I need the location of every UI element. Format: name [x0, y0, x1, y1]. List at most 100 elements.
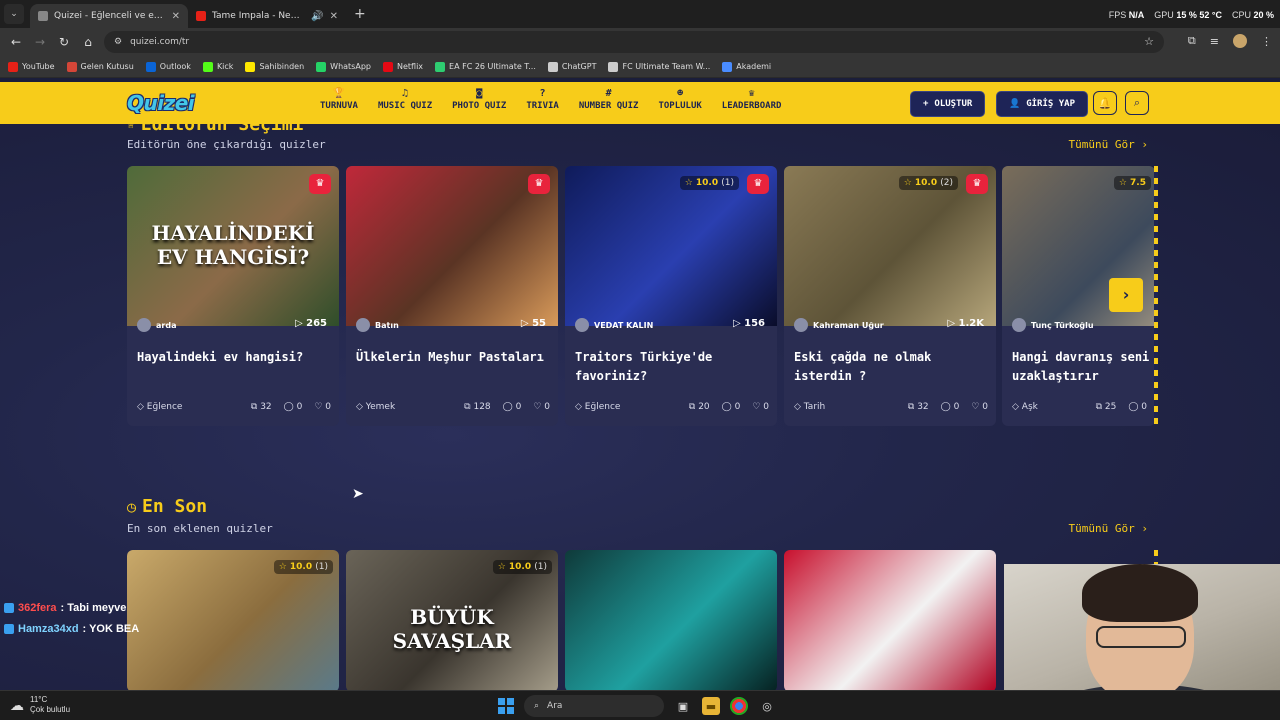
- quiz-card[interactable]: ♛ ☆ 10.0 (2) Kahraman Uğur ▷ 1.2K Eski çağda…: [784, 166, 996, 426]
- extensions-icon[interactable]: ⧉: [1188, 34, 1196, 48]
- new-tab-button[interactable]: +: [354, 6, 366, 22]
- obs-icon[interactable]: ◎: [758, 697, 776, 715]
- windows-start-icon[interactable]: [498, 698, 514, 714]
- chrome-icon[interactable]: [730, 697, 748, 715]
- crown-icon: ♛: [966, 174, 988, 194]
- bookmark-item[interactable]: Outlook: [145, 61, 191, 72]
- bookmark-star-icon[interactable]: ☆: [1144, 35, 1154, 48]
- nav-item-trivia[interactable]: ? TRIVIA: [516, 87, 569, 111]
- comment-count-value: 0: [1141, 402, 1147, 412]
- file-explorer-icon[interactable]: ▬: [702, 697, 720, 715]
- quiz-card[interactable]: ♛ Batın ▷ 55 Ülkelerin Meşhur Pastaları ◇ Ye…: [346, 166, 558, 426]
- close-tab-icon[interactable]: ✕: [172, 11, 180, 22]
- editors-see-all-link[interactable]: Tümünü Gör ›: [1069, 138, 1148, 151]
- media-controls-icon[interactable]: ≡: [1210, 35, 1219, 48]
- search-icon[interactable]: ⌕: [1125, 91, 1149, 115]
- like-count[interactable]: ♡ 0: [314, 402, 331, 412]
- nav-item-leaderboard[interactable]: ♛ LEADERBOARD: [712, 87, 792, 111]
- main-navigation: 🏆 TURNUVA ♫ MUSIC QUIZ ◙ PHOTO QUIZ? TRIVIA # NU…: [310, 87, 791, 111]
- bookmark-item[interactable]: Akademi: [722, 61, 771, 72]
- bookmark-item[interactable]: Kick: [202, 61, 233, 72]
- comment-count-value: 0: [515, 402, 522, 412]
- like-count[interactable]: ♡ 0: [971, 402, 988, 412]
- quiz-category: ◇ Aşk: [1012, 402, 1084, 412]
- weather-widget[interactable]: ☁ 11°C Çok bulutlu: [10, 695, 70, 715]
- carousel-next-button[interactable]: ›: [1109, 278, 1143, 312]
- quiz-card[interactable]: BÜYÜK SAVAŞLAR ☆ 10.0 (1): [346, 550, 558, 690]
- bookmark-item[interactable]: Netflix: [382, 61, 423, 72]
- quiz-category: ◇ Tarih: [794, 402, 896, 412]
- quiz-author[interactable]: Kahraman Uğur: [794, 318, 884, 332]
- quiz-author[interactable]: VEDAT KALIN: [575, 318, 653, 332]
- browser-menu-icon[interactable]: ⋮: [1261, 35, 1272, 48]
- search-icon: ⌕: [534, 701, 540, 711]
- quiz-author[interactable]: Tunç Türkoğlu: [1012, 318, 1094, 332]
- quiz-category: ◇ Yemek: [356, 402, 452, 412]
- quiz-author[interactable]: Batın: [356, 318, 399, 332]
- bookmark-label: FC Ultimate Team W...: [622, 62, 711, 71]
- browser-tab-quizei[interactable]: Quizei - Eğlenceli ve etkileşimli ✕: [30, 4, 188, 28]
- quiz-title[interactable]: Traitors Türkiye'de favoriniz?: [575, 348, 771, 386]
- home-icon[interactable]: ⌂: [76, 35, 100, 49]
- quiz-card[interactable]: [784, 550, 996, 690]
- reload-icon[interactable]: ↻: [52, 35, 76, 49]
- bookmark-favicon-icon: [66, 61, 77, 72]
- quiz-title[interactable]: Hangi davranış seni anında uzaklaştırır: [1012, 348, 1155, 386]
- back-arrow-icon[interactable]: ←: [4, 35, 28, 49]
- task-view-icon[interactable]: ▣: [674, 697, 692, 715]
- category-label: Eğlence: [584, 402, 621, 412]
- tab-search-button[interactable]: ⌄: [4, 4, 24, 24]
- latest-section-title: ◷ En Son: [127, 496, 207, 517]
- fps-value: N/A: [1128, 10, 1145, 20]
- bookmark-item[interactable]: Sahibinden: [245, 61, 304, 72]
- quiz-card[interactable]: [565, 550, 777, 690]
- bookmark-item[interactable]: FC Ultimate Team W...: [608, 61, 711, 72]
- rating-count: (2): [940, 178, 953, 188]
- like-count[interactable]: ♡ 0: [533, 402, 550, 412]
- bookmark-favicon-icon: [202, 61, 213, 72]
- editors-title-text: Editörün Seçimi: [140, 124, 304, 135]
- close-tab-icon[interactable]: ✕: [330, 11, 338, 22]
- nav-item-turnuva[interactable]: 🏆 TURNUVA: [310, 87, 368, 111]
- star-icon: ☆: [497, 562, 509, 572]
- create-button[interactable]: + OLUŞTUR: [910, 91, 986, 117]
- notification-bell-icon[interactable]: 🔔: [1093, 91, 1117, 115]
- nav-item-number-quiz[interactable]: # NUMBER QUIZ: [569, 87, 649, 111]
- category-label: Aşk: [1021, 402, 1038, 412]
- quiz-card[interactable]: HAYALİNDEKİ EV HANGİSİ? ♛ arda ▷ 265 Hayalin…: [127, 166, 339, 426]
- site-info-icon[interactable]: ⚙: [114, 37, 122, 47]
- speaker-icon[interactable]: 🔊: [311, 11, 323, 22]
- nav-item-music-quiz[interactable]: ♫ MUSIC QUIZ: [368, 87, 442, 111]
- quizei-logo[interactable]: Quizei: [127, 91, 195, 115]
- browser-tab-youtube[interactable]: Tame Impala - New Person, Sam 🔊 ✕: [188, 4, 346, 28]
- quiz-title[interactable]: Eski çağda ne olmak isterdin ?: [794, 348, 990, 386]
- nav-item-topluluk[interactable]: ☻ TOPLULUK: [648, 87, 711, 111]
- latest-see-all-link[interactable]: Tümünü Gör ›: [1069, 522, 1148, 535]
- quiz-thumbnail: [784, 550, 996, 690]
- bookmark-item[interactable]: YouTube: [8, 61, 55, 72]
- youtube-favicon-icon: [196, 11, 206, 21]
- bookmark-item[interactable]: ChatGPT: [547, 61, 596, 72]
- bookmark-item[interactable]: Gelen Kutusu: [66, 61, 134, 72]
- taskbar-search[interactable]: ⌕ Ara: [524, 695, 664, 717]
- forward-arrow-icon[interactable]: →: [28, 35, 52, 49]
- bookmark-favicon-icon: [245, 61, 256, 72]
- bookmark-label: EA FC 26 Ultimate T...: [449, 62, 536, 71]
- tag-icon: ◇: [575, 402, 585, 412]
- bookmark-item[interactable]: EA FC 26 Ultimate T...: [435, 61, 536, 72]
- comment-count: ◯ 0: [1128, 402, 1147, 412]
- quiz-card[interactable]: ☆ 10.0 (1): [127, 550, 339, 690]
- nav-item-photo-quiz[interactable]: ◙ PHOTO QUIZ: [442, 87, 516, 111]
- quiz-card[interactable]: ♛ ☆ 10.0 (1) VEDAT KALIN ▷ 156 Traitors Türk…: [565, 166, 777, 426]
- profile-avatar[interactable]: [1233, 34, 1247, 48]
- temperature: 11°C: [30, 695, 48, 704]
- quiz-title[interactable]: Ülkelerin Meşhur Pastaları: [356, 348, 552, 367]
- bookmark-favicon-icon: [145, 61, 156, 72]
- bookmark-item[interactable]: WhatsApp: [316, 61, 371, 72]
- login-button[interactable]: 👤 GİRİŞ YAP: [996, 91, 1088, 117]
- quiz-author[interactable]: arda: [137, 318, 176, 332]
- quiz-title[interactable]: Hayalindeki ev hangisi?: [137, 348, 333, 367]
- comment-icon: ◯: [502, 402, 516, 412]
- like-count[interactable]: ♡ 0: [752, 402, 769, 412]
- address-bar[interactable]: ⚙ quizei.com/tr ☆: [104, 31, 1164, 53]
